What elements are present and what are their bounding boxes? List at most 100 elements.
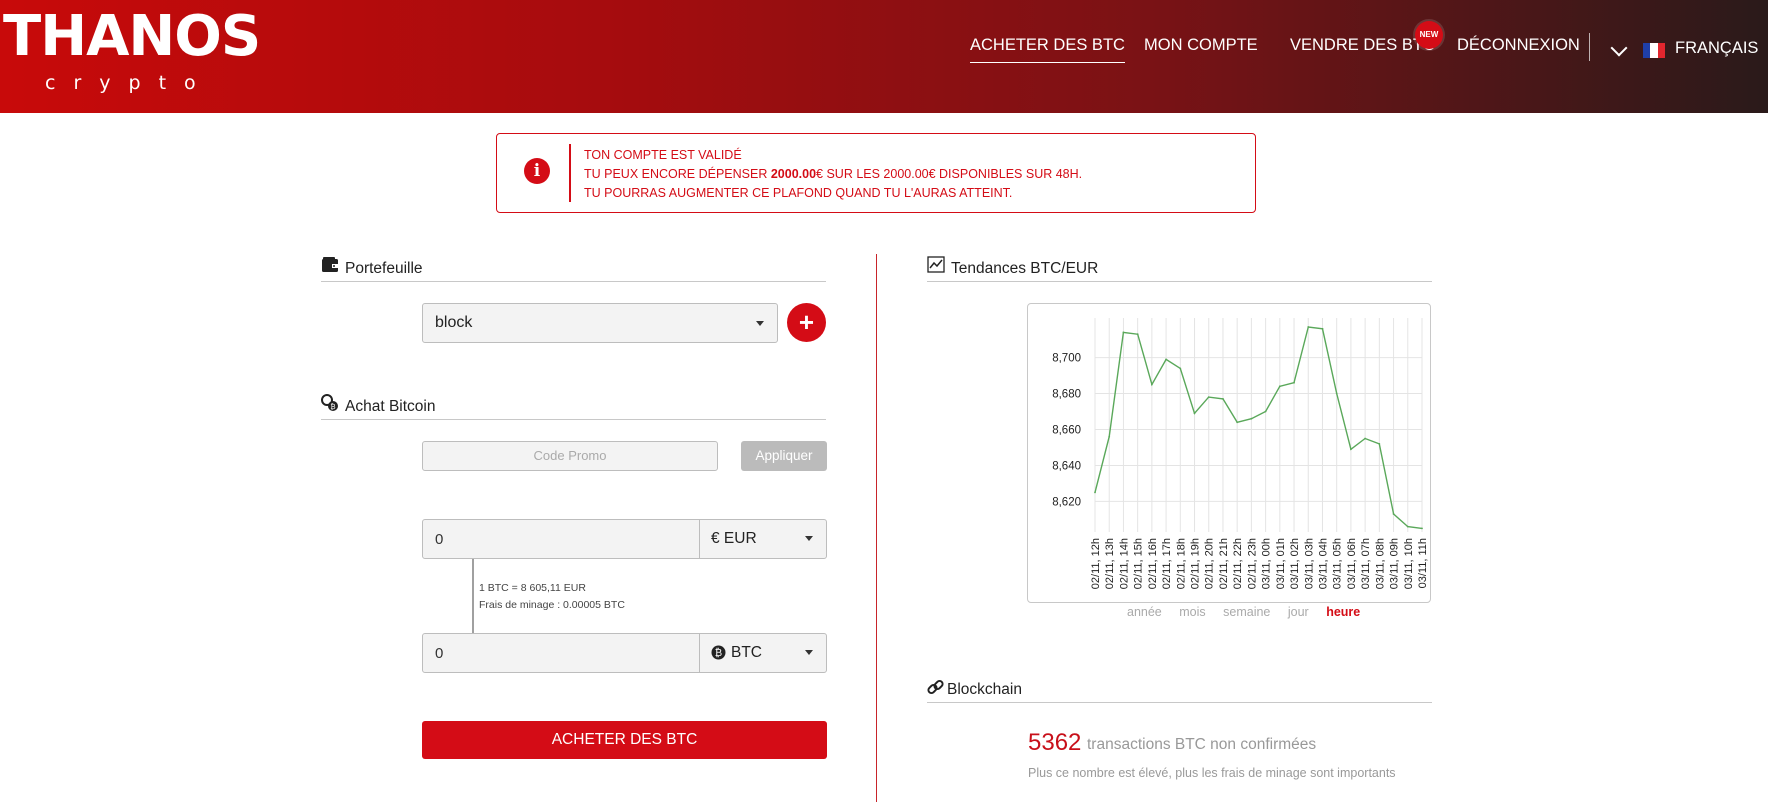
x-tick-label: 02/11, 16h xyxy=(1147,538,1159,589)
x-tick-label: 02/11, 20h xyxy=(1204,538,1216,589)
info-icon: i xyxy=(524,158,550,184)
x-tick-label: 02/11, 15h xyxy=(1133,538,1145,589)
y-tick-label: 8,700 xyxy=(1052,353,1081,365)
promo-code-input[interactable]: Code Promo xyxy=(422,441,718,471)
x-tick-label: 03/11, 00h xyxy=(1261,538,1273,589)
data-point xyxy=(1236,421,1239,424)
x-tick-label: 02/11, 14h xyxy=(1118,538,1130,589)
period-week[interactable]: semaine xyxy=(1223,605,1270,619)
svg-text:₿: ₿ xyxy=(715,647,722,659)
trends-section-header: Tendances BTC/EUR xyxy=(927,256,1432,282)
french-flag-icon xyxy=(1643,43,1665,58)
nav-sell-btc[interactable]: VENDRE DES BTC xyxy=(1290,36,1435,55)
x-tick-label: 02/11, 13h xyxy=(1104,538,1116,589)
y-tick-label: 8,680 xyxy=(1052,389,1081,401)
alert-line-1: TON COMPTE EST VALIDÉ xyxy=(584,148,742,162)
caret-down-icon xyxy=(805,650,813,655)
nav-my-account[interactable]: MON COMPTE xyxy=(1144,36,1258,55)
period-selector: année mois semaine jour heure xyxy=(1127,605,1374,619)
unconfirmed-label: transactions BTC non confirmées xyxy=(1087,736,1317,753)
x-tick-label: 03/11, 02h xyxy=(1289,538,1301,589)
data-point xyxy=(1250,417,1253,420)
period-year[interactable]: année xyxy=(1127,605,1162,619)
brand-logo[interactable]: THANOS crypto xyxy=(3,2,268,98)
btc-currency-select[interactable]: ₿ BTC xyxy=(699,634,827,672)
alert-text: TON COMPTE EST VALIDÉ TU PEUX ENCORE DÉP… xyxy=(584,146,1082,203)
eur-amount-value: 0 xyxy=(435,531,444,548)
x-tick-label: 03/11, 06h xyxy=(1346,538,1358,589)
svg-text:₿: ₿ xyxy=(330,403,335,411)
x-tick-label: 03/11, 07h xyxy=(1360,538,1372,589)
y-tick-label: 8,660 xyxy=(1052,424,1081,436)
bitcoin-icon: ₿ xyxy=(711,645,726,660)
new-badge: NEW xyxy=(1415,21,1443,49)
x-tick-label: 03/11, 03h xyxy=(1303,538,1315,589)
x-tick-label: 03/11, 11h xyxy=(1417,538,1429,588)
purchase-title: Achat Bitcoin xyxy=(345,398,436,415)
x-tick-label: 03/11, 01h xyxy=(1275,538,1287,589)
nav-logout[interactable]: DÉCONNEXION xyxy=(1457,36,1580,55)
x-tick-label: 02/11, 23h xyxy=(1246,538,1258,589)
data-point xyxy=(1421,527,1423,530)
alert-line-3: TU POURRAS AUGMENTER CE PLAFOND QUAND TU… xyxy=(584,186,1013,200)
x-tick-label: 02/11, 19h xyxy=(1190,538,1202,589)
wallet-selected-value: block xyxy=(435,314,473,331)
bitcoin-exchange-icon: ₿ xyxy=(321,394,338,411)
data-point xyxy=(1335,392,1338,395)
btc-amount-value: 0 xyxy=(435,645,444,662)
btc-currency-label: BTC xyxy=(731,644,762,661)
conversion-connector xyxy=(472,559,474,634)
y-tick-label: 8,620 xyxy=(1052,496,1081,508)
blockchain-section-header: Blockchain xyxy=(927,677,1432,703)
data-point xyxy=(1406,525,1409,528)
x-tick-label: 02/11, 12h xyxy=(1090,538,1102,589)
wallet-section-header: Portefeuille xyxy=(321,256,826,282)
promo-placeholder: Code Promo xyxy=(533,448,607,463)
mining-fee-note: Plus ce nombre est élevé, plus les frais… xyxy=(1028,766,1396,780)
alert-divider xyxy=(569,144,571,202)
data-point xyxy=(1378,442,1381,445)
x-tick-label: 02/11, 22h xyxy=(1232,538,1244,589)
x-tick-label: 03/11, 05h xyxy=(1332,538,1344,589)
link-icon xyxy=(927,679,944,695)
y-tick-label: 8,640 xyxy=(1052,460,1081,472)
data-point xyxy=(1108,435,1111,438)
data-point xyxy=(1392,513,1395,515)
period-hour[interactable]: heure xyxy=(1326,605,1360,619)
nav-buy-btc[interactable]: ACHETER DES BTC xyxy=(970,36,1125,63)
x-tick-label: 03/11, 10h xyxy=(1403,538,1415,589)
data-point xyxy=(1321,327,1324,330)
period-month[interactable]: mois xyxy=(1179,605,1205,619)
chevron-down-icon[interactable] xyxy=(1610,39,1628,57)
language-selector[interactable]: FRANÇAIS xyxy=(1675,39,1758,58)
conversion-info: 1 BTC = 8 605,11 EUR Frais de minage : 0… xyxy=(479,580,625,614)
data-point xyxy=(1193,412,1196,415)
buy-btc-button[interactable]: ACHETER DES BTC xyxy=(422,721,827,759)
add-wallet-button[interactable]: + xyxy=(787,303,826,342)
caret-down-icon xyxy=(805,536,813,541)
wallet-select[interactable]: block xyxy=(422,303,778,343)
trends-title: Tendances BTC/EUR xyxy=(951,260,1099,277)
eur-amount-field[interactable]: 0 € EUR xyxy=(422,519,827,559)
x-tick-label: 03/11, 08h xyxy=(1374,538,1386,589)
data-point xyxy=(1150,383,1153,386)
price-chart-svg: 8,6208,6408,6608,6808,70002/11, 12h 02/11… xyxy=(1052,318,1429,589)
data-point xyxy=(1278,385,1281,388)
data-point xyxy=(1293,381,1295,384)
period-day[interactable]: jour xyxy=(1288,605,1309,619)
eur-currency-select[interactable]: € EUR xyxy=(699,520,827,558)
top-header: THANOS crypto ACHETER DES BTC MON COMPTE… xyxy=(0,0,1768,113)
data-point xyxy=(1207,396,1210,399)
x-tick-label: 02/11, 18h xyxy=(1175,538,1187,589)
btc-amount-field[interactable]: 0 ₿ BTC xyxy=(422,633,827,673)
data-point xyxy=(1122,331,1125,334)
brand-subtitle: crypto xyxy=(45,72,214,94)
x-tick-label: 02/11, 21h xyxy=(1218,538,1230,589)
wallet-icon xyxy=(322,257,338,272)
x-tick-label: 03/11, 04h xyxy=(1317,538,1329,589)
data-point xyxy=(1165,358,1167,361)
unconfirmed-count: 5362 xyxy=(1028,729,1082,756)
apply-promo-button[interactable]: Appliquer xyxy=(741,441,827,471)
x-tick-label: 02/11, 17h xyxy=(1161,538,1173,589)
brand-name: THANOS xyxy=(3,4,261,69)
